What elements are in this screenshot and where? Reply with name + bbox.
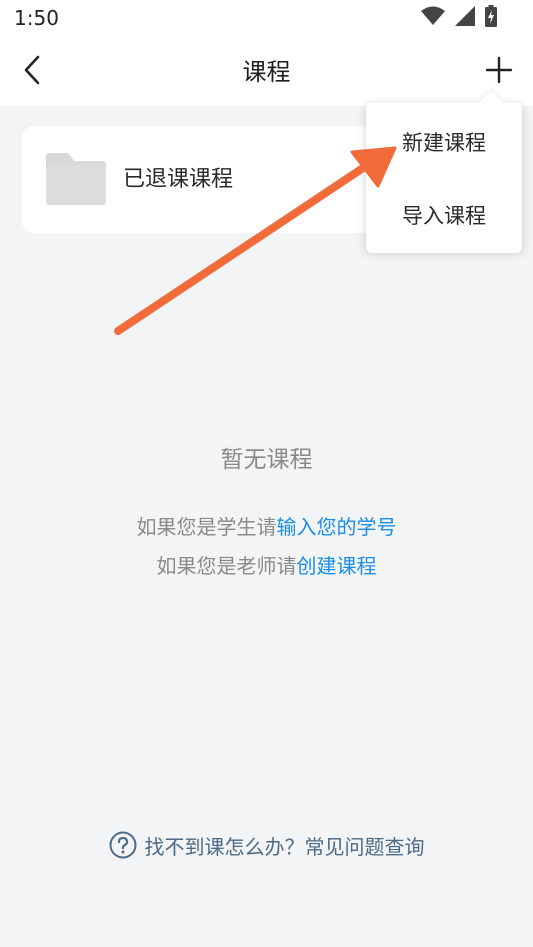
status-bar: 1:50 <box>0 0 533 38</box>
help-text: 找不到课怎么办？常见问题查询 <box>144 834 425 859</box>
teacher-hint: 如果您是老师请创建课程 <box>0 550 533 579</box>
signal-icon <box>455 6 475 30</box>
status-icons <box>421 5 497 31</box>
back-button[interactable] <box>12 52 52 92</box>
folder-icon <box>46 153 106 205</box>
chevron-left-icon <box>22 55 42 89</box>
import-course-menu-item[interactable]: 导入课程 <box>366 180 522 253</box>
new-course-menu-item[interactable]: 新建课程 <box>366 107 522 180</box>
add-course-dropdown: 新建课程 导入课程 <box>366 90 522 253</box>
create-course-link[interactable]: 创建课程 <box>297 554 377 578</box>
nav-bar: 课程 <box>0 38 533 106</box>
battery-icon <box>485 5 497 31</box>
add-course-button[interactable] <box>479 52 519 92</box>
enter-student-id-link[interactable]: 输入您的学号 <box>277 515 397 539</box>
plus-icon <box>485 56 513 88</box>
wifi-icon <box>421 6 445 30</box>
teacher-hint-prefix: 如果您是老师请 <box>156 554 297 578</box>
student-hint: 如果您是学生请输入您的学号 <box>0 511 533 540</box>
student-hint-prefix: 如果您是学生请 <box>136 515 277 539</box>
faq-help-link[interactable]: 找不到课怎么办？常见问题查询 <box>0 828 533 862</box>
status-time: 1:50 <box>14 6 59 30</box>
question-circle-icon <box>109 831 137 859</box>
page-title: 课程 <box>242 58 291 86</box>
empty-state-title: 暂无课程 <box>220 447 313 473</box>
folder-label: 已退课课程 <box>123 167 234 192</box>
